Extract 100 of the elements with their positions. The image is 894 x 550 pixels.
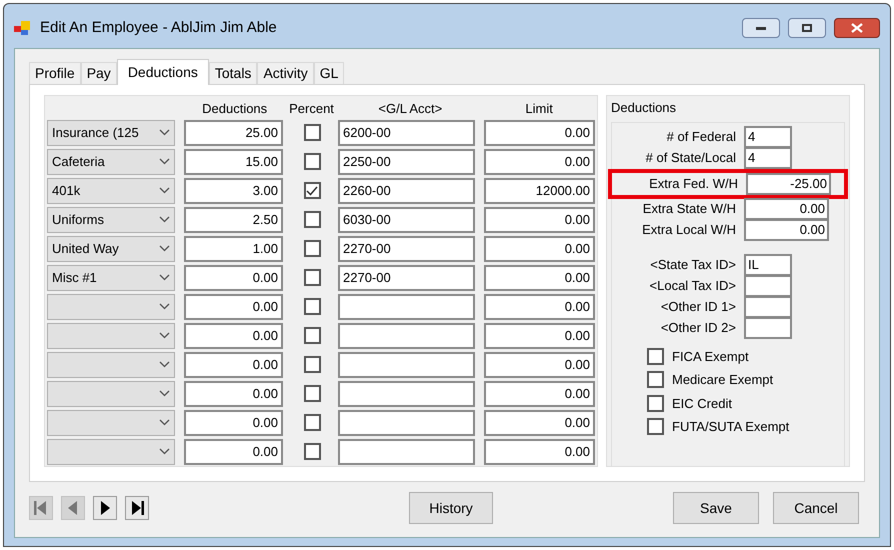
checkbox[interactable] [304, 240, 320, 257]
chevron-icon [159, 129, 170, 136]
input-field[interactable]: 0.00 [744, 198, 829, 220]
column-header: <G/L Acct> [377, 100, 444, 118]
tab[interactable]: Totals [208, 62, 258, 84]
amount-field[interactable]: 25.00 [184, 120, 283, 146]
input-field[interactable]: 4 [744, 147, 792, 169]
input-field[interactable]: 4 [744, 126, 792, 148]
limit-field[interactable]: 0.00 [484, 148, 595, 174]
tab[interactable]: Profile [29, 62, 81, 84]
deduction-type-dropdown[interactable]: Uniforms [47, 206, 175, 232]
gl-account-field[interactable]: 2260-00 [338, 178, 475, 204]
amount-field[interactable]: 0.00 [184, 322, 283, 348]
checkmark-icon [306, 186, 318, 196]
limit-field[interactable]: 0.00 [484, 352, 595, 378]
checkbox[interactable] [304, 414, 320, 431]
deduction-type-dropdown[interactable]: Misc #1 [47, 264, 175, 290]
amount-field[interactable]: 0.00 [184, 438, 283, 464]
amount-field[interactable]: 0.00 [184, 352, 283, 378]
deduction-type-dropdown[interactable]: 401k [47, 178, 175, 204]
gl-account-field[interactable] [338, 380, 475, 406]
checkbox-label: FICA Exempt [672, 348, 749, 366]
checkbox[interactable] [304, 327, 320, 344]
gl-account-field[interactable] [338, 322, 475, 348]
close-button[interactable] [834, 18, 880, 38]
amount-field[interactable]: 0.00 [184, 410, 283, 436]
maximize-button[interactable] [788, 18, 826, 38]
window-title: Edit An Employee - AblJim Jim Able [40, 18, 277, 38]
checkbox[interactable] [304, 443, 320, 460]
gl-account-field[interactable]: 6200-00 [338, 120, 475, 146]
deduction-type-dropdown[interactable]: United Way [47, 236, 175, 262]
limit-field[interactable]: 0.00 [484, 410, 595, 436]
field-label: <Other ID 2> [660, 319, 737, 338]
gl-account-field[interactable] [338, 294, 475, 320]
navigation-button[interactable] [93, 496, 117, 520]
limit-field[interactable]: 0.00 [484, 438, 595, 464]
input-field[interactable]: -25.00 [746, 172, 831, 194]
chevron-icon [159, 332, 170, 339]
limit-field[interactable]: 0.00 [484, 322, 595, 348]
checkbox[interactable] [304, 153, 320, 170]
limit-field[interactable]: 12000.00 [484, 178, 595, 204]
cancel-button[interactable]: Cancel [773, 492, 859, 524]
gl-account-field[interactable] [338, 438, 475, 464]
amount-field[interactable]: 3.00 [184, 178, 283, 204]
amount-field[interactable]: 15.00 [184, 148, 283, 174]
limit-field[interactable]: 0.00 [484, 380, 595, 406]
checkbox-label: EIC Credit [672, 394, 732, 412]
checkbox[interactable] [647, 418, 664, 436]
field-label: Extra Fed. W/H [648, 174, 739, 193]
amount-field[interactable]: 0.00 [184, 380, 283, 406]
checkbox[interactable] [304, 269, 320, 286]
input-field[interactable] [744, 296, 792, 318]
amount-field[interactable]: 2.50 [184, 206, 283, 232]
limit-field[interactable]: 0.00 [484, 264, 595, 290]
checkbox[interactable] [304, 124, 320, 141]
chevron-icon [159, 390, 170, 397]
tab[interactable]: GL [314, 62, 344, 84]
history-button[interactable]: History [409, 492, 493, 524]
checkbox[interactable] [304, 182, 320, 199]
close-icon [851, 23, 863, 33]
navigation-button[interactable] [125, 496, 149, 520]
limit-field[interactable]: 0.00 [484, 120, 595, 146]
gl-account-field[interactable]: 2270-00 [338, 264, 475, 290]
save-button[interactable]: Save [673, 492, 759, 524]
field-label: <Other ID 1> [660, 298, 737, 316]
column-header: Deductions [201, 100, 268, 118]
checkbox[interactable] [304, 298, 320, 315]
input-field[interactable] [744, 275, 792, 297]
column-header: Limit [524, 100, 554, 118]
gl-account-field[interactable] [338, 410, 475, 436]
deduction-type-dropdown[interactable]: Insurance (125 [47, 120, 175, 146]
input-field[interactable]: 0.00 [744, 219, 829, 241]
field-label: <State Tax ID> [649, 256, 737, 274]
checkbox[interactable] [304, 356, 320, 373]
gl-account-field[interactable]: 2250-00 [338, 148, 475, 174]
checkbox[interactable] [647, 371, 664, 388]
deduction-type-dropdown[interactable]: Cafeteria [47, 148, 175, 174]
input-field[interactable] [744, 317, 792, 339]
chevron-icon [159, 303, 170, 310]
chevron-icon [159, 187, 170, 194]
checkbox[interactable] [647, 348, 664, 365]
input-field[interactable]: IL [744, 254, 792, 276]
amount-field[interactable]: 1.00 [184, 236, 283, 262]
minimize-button[interactable] [742, 18, 780, 38]
tab[interactable]: Pay [80, 62, 117, 84]
checkbox[interactable] [304, 385, 320, 402]
amount-field[interactable]: 0.00 [184, 294, 283, 320]
checkbox[interactable] [304, 211, 320, 228]
gl-account-field[interactable]: 2270-00 [338, 236, 475, 262]
limit-field[interactable]: 0.00 [484, 236, 595, 262]
tab[interactable]: Deductions [116, 59, 209, 85]
gl-account-field[interactable] [338, 352, 475, 378]
column-header: Percent [288, 100, 335, 118]
checkbox[interactable] [647, 394, 664, 412]
gl-account-field[interactable]: 6030-00 [338, 206, 475, 232]
amount-field[interactable]: 0.00 [184, 264, 283, 290]
group-title: Deductions [611, 99, 678, 117]
limit-field[interactable]: 0.00 [484, 206, 595, 232]
tab[interactable]: Activity [257, 62, 314, 84]
limit-field[interactable]: 0.00 [484, 294, 595, 320]
